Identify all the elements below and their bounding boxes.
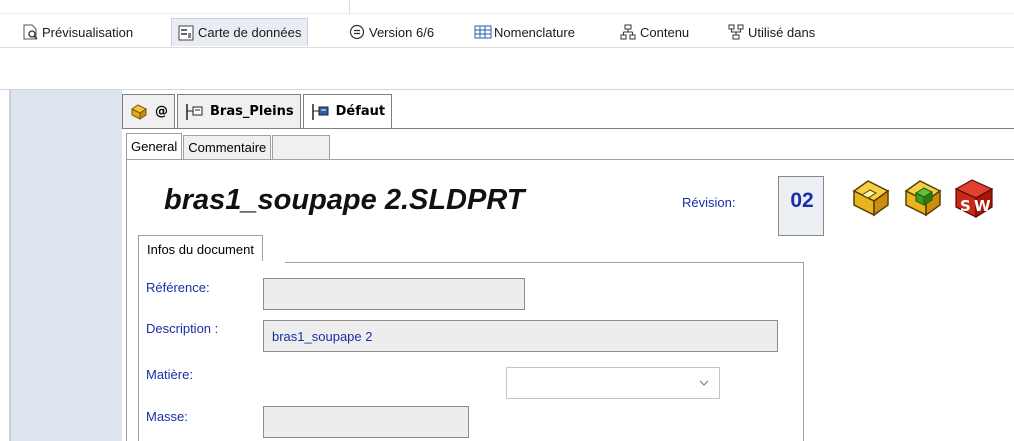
part-config-icon: [129, 102, 149, 122]
main-tab-bar: Prévisualisation Carte de données Versio…: [0, 14, 1014, 48]
sub-tab-general[interactable]: General: [126, 133, 183, 159]
file-type-icons: S W: [848, 175, 1004, 221]
config-tab-bras-pleins-label: Bras_Pleins: [210, 104, 294, 119]
tab-version-label: Version 6/6: [369, 24, 435, 40]
configuration-icon: [184, 102, 204, 122]
tab-preview[interactable]: Prévisualisation: [16, 18, 139, 46]
info-tab-joint: [139, 261, 285, 263]
description-field[interactable]: bras1_soupape 2: [263, 320, 778, 352]
material-label: Matière:: [146, 367, 193, 382]
revision-value: 02: [790, 189, 814, 212]
top-strip-divider: [0, 0, 350, 14]
bom-icon: [474, 24, 492, 40]
configuration-icon: [310, 102, 330, 122]
tab-bom-label: Nomenclature: [494, 24, 575, 40]
svg-text:S: S: [960, 197, 971, 215]
config-tab-at-label: @: [155, 104, 168, 119]
reference-label: Référence:: [146, 280, 210, 295]
revision-box: 02: [778, 176, 824, 236]
document-title: bras1_soupape 2.SLDPRT: [164, 184, 525, 216]
mass-field[interactable]: [263, 406, 469, 438]
configuration-tabs: @ Bras_Pleins Défaut: [122, 94, 394, 128]
part-green-icon[interactable]: [900, 175, 946, 221]
tab-where-used-label: Utilisé dans: [748, 24, 816, 40]
config-tab-at[interactable]: @: [122, 94, 175, 128]
solidworks-icon[interactable]: S W: [952, 175, 998, 221]
sub-tab-empty[interactable]: [272, 135, 331, 159]
sub-tab-divider: [126, 159, 1014, 160]
toolbar-area: [0, 48, 1014, 90]
top-strip: [0, 0, 1014, 14]
revision-label: Révision:: [682, 195, 736, 210]
part-icon[interactable]: [848, 175, 894, 221]
sub-tab-general-label: General: [131, 139, 178, 154]
tab-contains[interactable]: Contenu: [614, 18, 695, 46]
material-select[interactable]: [506, 367, 720, 399]
tab-preview-label: Prévisualisation: [42, 24, 134, 40]
form-sub-tabs: General Commentaire: [126, 133, 331, 159]
datacard-icon: [178, 25, 194, 41]
mass-label: Masse:: [146, 409, 188, 424]
tab-contains-label: Contenu: [640, 24, 690, 40]
document-info-tab-label: Infos du document: [147, 242, 254, 257]
document-info-tab[interactable]: Infos du document: [138, 235, 263, 263]
config-tab-defaut[interactable]: Défaut: [302, 94, 393, 128]
preview-icon: [22, 24, 38, 40]
tab-datacard-label: Carte de données: [198, 25, 302, 40]
tab-where-used[interactable]: Utilisé dans: [722, 18, 821, 46]
config-tab-bras-pleins[interactable]: Bras_Pleins: [177, 94, 301, 128]
contains-icon: [620, 24, 636, 40]
side-panel: [10, 90, 122, 441]
reference-field[interactable]: [263, 278, 525, 310]
chevron-down-icon: [699, 377, 709, 387]
sub-tab-comment-label: Commentaire: [188, 140, 267, 155]
description-label: Description :: [146, 321, 219, 336]
sub-tab-comment[interactable]: Commentaire: [183, 135, 272, 159]
where-used-icon: [728, 24, 744, 40]
tab-bom[interactable]: Nomenclature: [468, 18, 581, 46]
left-pane: [0, 90, 10, 441]
form-left-border: [126, 159, 127, 441]
config-tab-defaut-label: Défaut: [335, 104, 386, 119]
tab-version[interactable]: Version 6/6: [343, 18, 440, 46]
svg-text:W: W: [974, 197, 991, 215]
tab-datacard[interactable]: Carte de données: [171, 18, 309, 46]
version-icon: [349, 24, 365, 40]
